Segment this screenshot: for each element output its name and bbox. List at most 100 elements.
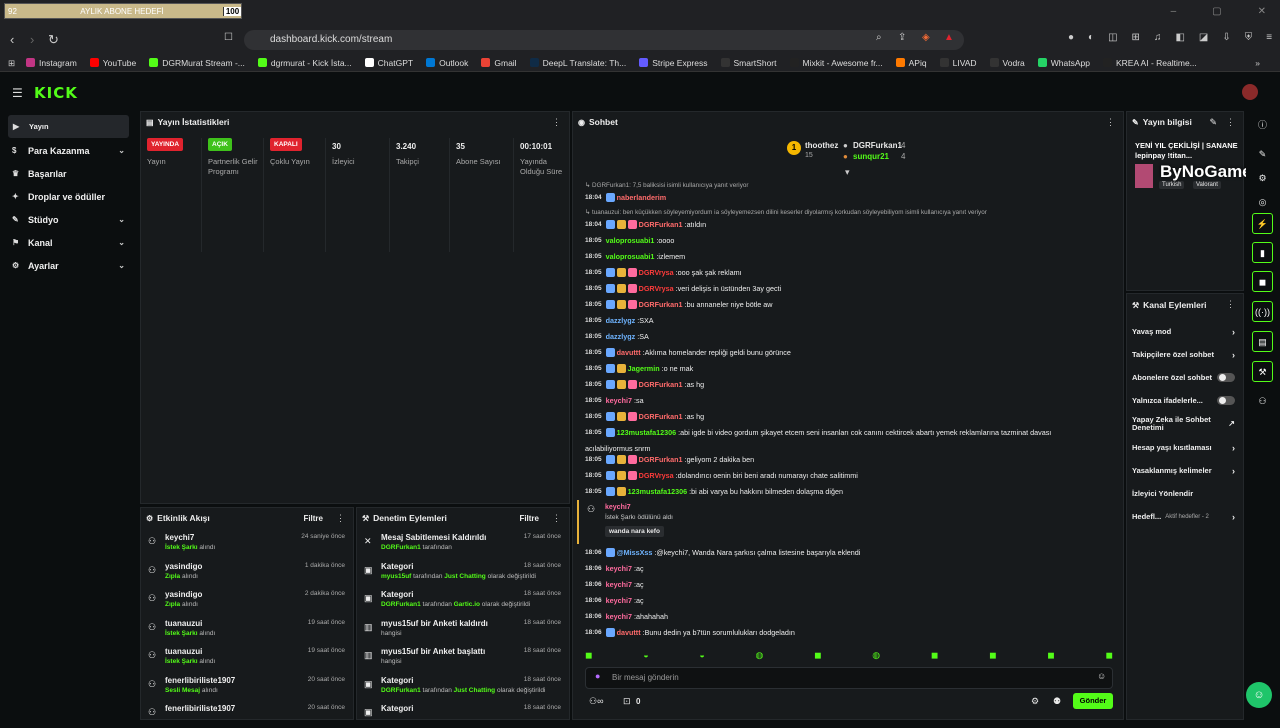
bookmark-item[interactable]: DeepL Translate: Th... (529, 58, 626, 68)
clipboard-icon[interactable]: ▮ (1252, 242, 1273, 263)
chat-bubble-icon[interactable]: ◼ (1252, 271, 1273, 292)
message-user[interactable]: DGRFurkan1 (639, 412, 683, 421)
chat-message[interactable]: 18:04 DGRFurkan1: atıldın (585, 220, 706, 229)
emoji-icon[interactable]: ☺ (1097, 671, 1106, 681)
bookmark-item[interactable]: Mixkit - Awesome fr... (789, 58, 883, 68)
activity-item[interactable]: ⚇ fenerlibiriliste1907 20 saat önce (141, 699, 353, 728)
message-user[interactable]: DGRVrysa (639, 268, 674, 277)
chat-message[interactable]: 18:06 keychi7: ahahahah (585, 612, 668, 621)
chat-message[interactable]: 18:06 keychi7: aç (585, 596, 644, 605)
chevron-down-icon[interactable]: ⌄ (118, 261, 125, 270)
bookmark-item[interactable]: KREA AI - Realtime... (1102, 58, 1197, 68)
more-menu-icon[interactable]: ⋮ (1106, 117, 1115, 128)
sidebar-item-5[interactable]: ⚑ Kanal ⌄ (8, 232, 129, 253)
toggle-switch[interactable] (1217, 373, 1235, 382)
zoom-icon[interactable]: ⌕ (876, 32, 882, 43)
chat-message[interactable]: 18:06 keychi7: aç (585, 580, 644, 589)
info-icon[interactable]: ⓘ (1252, 115, 1273, 136)
expand-chevron-icon[interactable]: ▾ (845, 167, 850, 178)
message-user[interactable]: dazzlygz (606, 316, 636, 325)
emote-icon[interactable]: ◍ (872, 650, 880, 661)
chat-message[interactable]: ↳ tuanauzui: ben küçükken söyleyemiyordu… (585, 209, 987, 216)
more-menu-icon[interactable]: ⋮ (1226, 299, 1235, 310)
rewards-icon[interactable]: ▲ (944, 32, 954, 43)
settings-icon[interactable]: ⚙ (1252, 168, 1273, 189)
bookmark-item[interactable]: WhatsApp (1037, 58, 1090, 68)
chat-message[interactable]: 18:05 davuttt: Aklıma homelander repliği … (585, 348, 791, 357)
forward-icon[interactable]: › (30, 32, 34, 47)
channel-action[interactable]: Yapay Zeka ile Sohbet Denetimi ↗ (1127, 412, 1243, 436)
minimize-icon[interactable]: – (1171, 6, 1177, 17)
apps-icon[interactable]: ⊞ (8, 58, 15, 69)
message-user[interactable]: davuttt (617, 348, 641, 357)
message-user[interactable]: DGRFurkan1 (639, 300, 683, 309)
send-button[interactable]: Gönder (1073, 693, 1113, 709)
chevron-right-icon[interactable]: › (1232, 443, 1235, 453)
bookmark-item[interactable]: APiq (895, 58, 927, 68)
bookmark-item[interactable]: Gmail (481, 58, 517, 68)
sidebar-item-3[interactable]: ✦ Droplar ve ödüller (8, 186, 129, 207)
back-icon[interactable]: ‹ (10, 32, 14, 47)
extension-icon[interactable]: ◪ (1199, 32, 1208, 43)
more-menu-icon[interactable]: ⋮ (552, 117, 561, 128)
mod-item[interactable]: ✕ Mesaj Sabitlemesi Kaldırıldı DGRFurkan1 … (357, 528, 569, 557)
chat-message[interactable]: 18:06 @MissXss: @keychi7, Wanda Nara şark… (585, 548, 860, 557)
bookmark-item[interactable]: ChatGPT (364, 58, 413, 68)
activity-item[interactable]: ⚇ tuanauzui İstek Şarkı alındı 19 saat önce (141, 614, 353, 643)
extension-icon[interactable]: ⊞ (1132, 32, 1140, 43)
chat-settings-icon[interactable]: ⚙ (1031, 696, 1039, 707)
emote-icon[interactable]: ◒ (643, 650, 648, 661)
tag-game[interactable]: Valorant (1193, 181, 1221, 189)
brave-shield-icon[interactable]: ◈ (922, 32, 930, 43)
chat-message[interactable]: 18:05 123mustafa12306: bi abi varya bu ha… (585, 487, 843, 496)
bot-icon[interactable]: ⚉ (1053, 696, 1061, 707)
kick-logo[interactable]: KICK (34, 84, 78, 102)
message-user[interactable]: DGRFurkan1 (639, 455, 683, 464)
bookmark-item[interactable]: Instagram (26, 58, 77, 68)
activity-item[interactable]: ⚇ yasindigo Zıpla alındı 2 dakika önce (141, 585, 353, 614)
chat-message[interactable]: 18:06 davuttt: Bunu dedin ya b7tün soruml… (585, 628, 795, 637)
channel-action[interactable]: Yavaş mod › (1127, 320, 1243, 343)
bookmark-item[interactable]: Outlook (426, 58, 468, 68)
channel-action[interactable]: İzleyici Yönlendir (1127, 482, 1243, 505)
tag-language[interactable]: Turkish (1159, 181, 1185, 189)
chevron-down-icon[interactable]: ⌄ (118, 215, 125, 224)
bookmark-item[interactable]: LIVAD (939, 58, 977, 68)
hamburger-menu-icon[interactable]: ☰ (12, 86, 23, 100)
bookmark-icon[interactable]: ☐ (224, 32, 233, 43)
chat-message[interactable]: 18:05 DGRFurkan1: as hg (585, 412, 704, 421)
chat-message[interactable]: 18:05 DGRVrysa: ooo şak şak reklamı (585, 268, 742, 277)
more-menu-icon[interactable]: ⋮ (1226, 117, 1235, 128)
activity-item[interactable]: ⚇ yasindigo Zıpla alındı 1 dakika önce (141, 557, 353, 586)
mod-item[interactable]: ▣ Kategori DGRFurkan1 tarafından Just Chat… (357, 671, 569, 700)
message-user[interactable]: keychi7 (606, 396, 632, 405)
chat-message[interactable]: 18:05 valoprosuabi1: izlemem (585, 252, 685, 261)
channel-action[interactable]: Yalnızca ifadelerle... (1127, 389, 1243, 412)
chevron-down-icon[interactable]: ⌄ (118, 238, 125, 247)
emote-icon[interactable]: ◼ (989, 650, 996, 661)
chat-message[interactable]: 18:06 keychi7: aç (585, 564, 644, 573)
message-user[interactable]: DGRFurkan1 (639, 220, 683, 229)
chat-message[interactable]: 18:05 keychi7: sa (585, 396, 644, 405)
address-bar[interactable]: dashboard.kick.com/stream (244, 30, 964, 50)
emote-icon[interactable]: ◼ (585, 650, 592, 661)
channel-action[interactable]: Takipçilere özel sohbet › (1127, 343, 1243, 366)
chat-message[interactable]: 18:04 naberlanderim (585, 193, 668, 202)
chat-message[interactable]: 18:05 valoprosuabi1: oooo (585, 236, 674, 245)
message-user[interactable]: naberlanderim (617, 193, 667, 202)
cards-icon[interactable]: ▤ (1252, 331, 1273, 352)
leader-1-name[interactable]: thoothez (805, 141, 838, 150)
edit-icon[interactable]: ✎ (1252, 144, 1273, 165)
tools-icon[interactable]: ⚒ (1252, 361, 1273, 382)
chevron-right-icon[interactable]: › (1232, 327, 1235, 337)
sidebar-item-0[interactable]: ▶ Yayın (8, 115, 129, 138)
channel-action[interactable]: Hesap yaşı kısıtlaması › (1127, 436, 1243, 459)
message-user[interactable]: keychi7 (606, 564, 632, 573)
sidebar-item-6[interactable]: ⚙ Ayarlar ⌄ (8, 255, 129, 276)
target-icon[interactable]: ◎ (1252, 192, 1273, 213)
mod-item[interactable]: ▣ Kategori 18 saat önce (357, 699, 569, 728)
edit-icon[interactable]: ✎ (1209, 117, 1217, 128)
activity-filter-button[interactable]: Filtre (303, 514, 323, 523)
emote-icon[interactable]: ◼ (814, 650, 821, 661)
chevron-down-icon[interactable]: ⌄ (118, 146, 125, 155)
